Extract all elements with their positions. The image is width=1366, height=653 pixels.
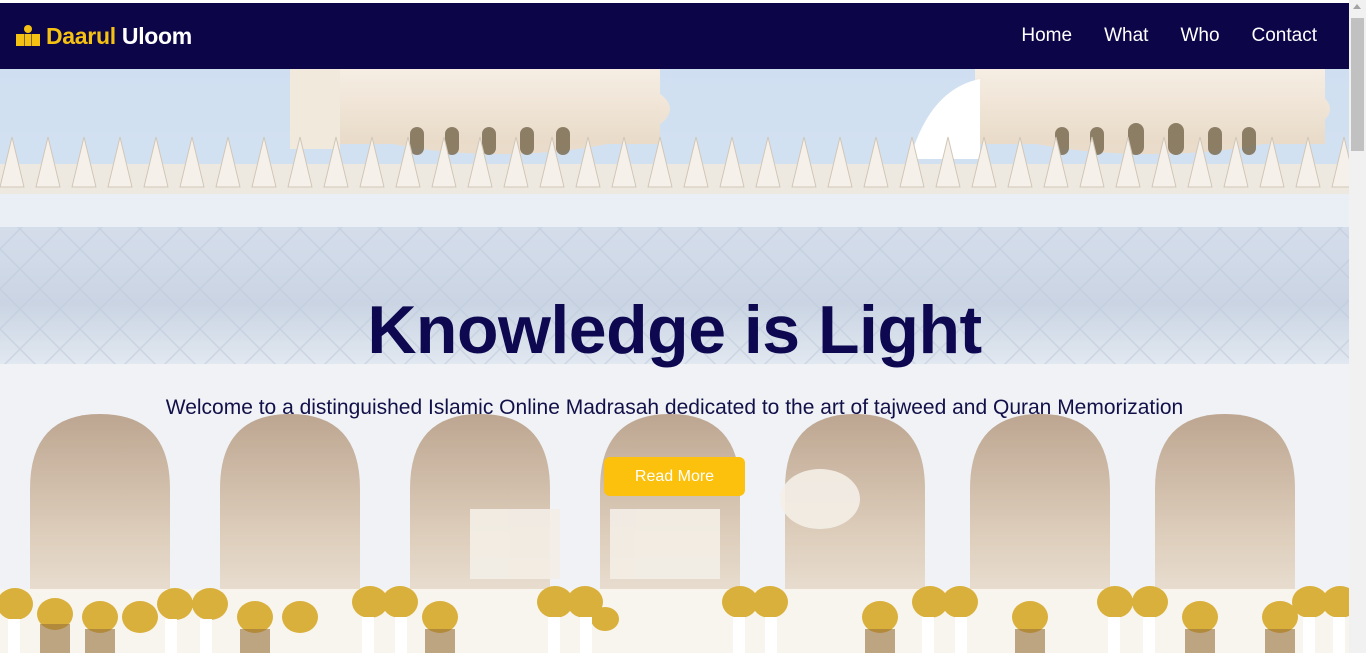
read-more-button[interactable]: Read More	[604, 457, 745, 496]
brand-logo[interactable]: Daarul Uloom	[15, 23, 192, 50]
vertical-scrollbar[interactable]	[1349, 0, 1366, 653]
brand-name: Daarul Uloom	[46, 23, 192, 50]
hero-title: Knowledge is Light	[367, 292, 982, 368]
main-nav: Home What Who Contact	[1021, 3, 1317, 69]
nav-home-link[interactable]: Home	[1021, 25, 1072, 47]
navbar: Daarul Uloom Home What Who Contact	[0, 3, 1349, 69]
brand-name-part2: Uloom	[121, 22, 192, 49]
nav-contact-link[interactable]: Contact	[1252, 25, 1317, 47]
hero-subtitle: Welcome to a distinguished Islamic Onlin…	[165, 396, 1184, 419]
brand-name-part1: Daarul	[46, 22, 116, 49]
hero-section: Knowledge is Light Welcome to a distingu…	[0, 69, 1349, 653]
nav-who-link[interactable]: Who	[1180, 25, 1219, 47]
nav-what-link[interactable]: What	[1104, 25, 1148, 47]
scrollbar-thumb[interactable]	[1351, 18, 1364, 151]
scroll-up-arrow-icon[interactable]	[1353, 4, 1361, 9]
people-icon	[16, 25, 40, 46]
